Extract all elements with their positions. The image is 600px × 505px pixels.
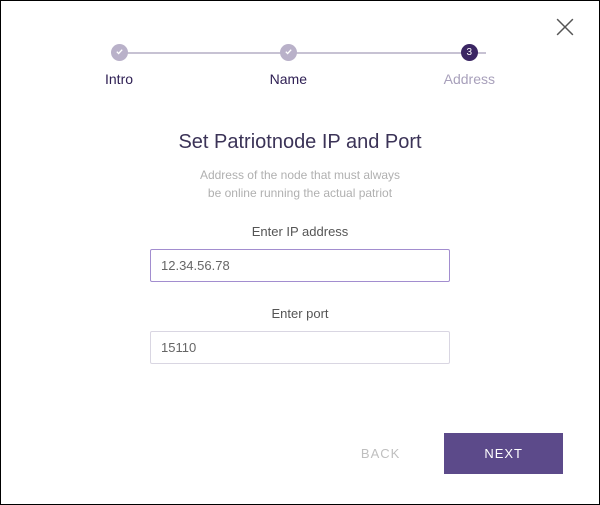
port-label: Enter port (271, 306, 328, 321)
step-address: 3 Address (444, 44, 495, 87)
back-button[interactable]: BACK (347, 438, 414, 469)
content-area: Set Patriotnode IP and Port Address of t… (1, 131, 599, 388)
next-button[interactable]: NEXT (444, 433, 563, 474)
step-name-label: Name (270, 71, 307, 87)
close-button[interactable] (555, 19, 575, 39)
ip-input[interactable] (150, 249, 450, 282)
check-icon (115, 47, 124, 59)
step-address-number: 3 (467, 47, 473, 58)
check-icon (284, 47, 293, 59)
subtitle-line2: be online running the actual patriot (208, 186, 392, 200)
page-subtitle: Address of the node that must always be … (200, 166, 400, 202)
port-input[interactable] (150, 331, 450, 364)
subtitle-line1: Address of the node that must always (200, 168, 400, 182)
step-address-label: Address (444, 71, 495, 87)
step-address-circle: 3 (461, 44, 478, 61)
ip-label: Enter IP address (252, 224, 349, 239)
step-name-circle (280, 44, 297, 61)
step-name: Name (270, 44, 307, 87)
footer-buttons: BACK NEXT (347, 433, 563, 474)
step-intro: Intro (105, 44, 133, 87)
close-icon (556, 18, 574, 41)
step-intro-circle (111, 44, 128, 61)
page-title: Set Patriotnode IP and Port (178, 131, 421, 154)
stepper: Intro Name 3 Address (105, 44, 495, 87)
step-intro-label: Intro (105, 71, 133, 87)
